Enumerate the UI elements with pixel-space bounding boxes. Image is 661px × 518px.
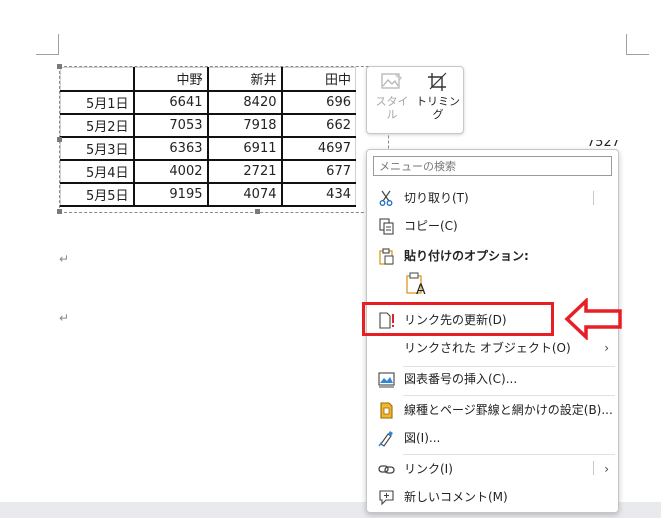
menu-item-new-comment[interactable]: 新しいコメント(M) <box>368 483 617 511</box>
resize-handle[interactable] <box>57 64 62 69</box>
chevron-right-icon: › <box>604 462 609 476</box>
table-row: 5月2日 7053 7918 662 <box>60 113 356 138</box>
menu-item-link[interactable]: リンク(I) › <box>368 455 617 483</box>
table-row: 5月3日 6363 6911 4697 <box>60 136 356 161</box>
value-cell: 696 <box>281 90 356 115</box>
value-cell: 7053 <box>133 113 209 138</box>
menu-item-paste-options: 貼り付けのオプション: <box>368 242 617 270</box>
resize-handle[interactable] <box>255 209 260 214</box>
menu-item-label: リンク(I) <box>404 462 453 476</box>
value-cell: 6363 <box>133 136 209 161</box>
date-cell: 5月5日 <box>60 182 135 207</box>
date-cell: 5月3日 <box>60 136 135 161</box>
paste-keep-text-only-button[interactable]: A <box>404 272 430 300</box>
data-table: 中野 新井 田中 5月1日 6641 8420 696 5月2日 7053 79… <box>60 67 356 207</box>
paragraph-mark: ↵ <box>59 311 70 325</box>
picture-style-icon <box>381 73 402 89</box>
table-row: 5月4日 4002 2721 677 <box>60 159 356 184</box>
date-cell: 5月4日 <box>60 159 135 184</box>
menu-item-insert-caption[interactable]: 図表番号の挿入(C)... <box>368 365 617 393</box>
style-label-line2: ル <box>386 108 398 121</box>
value-cell: 662 <box>281 113 356 138</box>
page-corner-mark-left <box>36 34 59 55</box>
paragraph-mark: ↵ <box>59 252 70 266</box>
embedded-table-object[interactable]: 中野 新井 田中 5月1日 6641 8420 696 5月2日 7053 79… <box>59 66 389 213</box>
value-cell: 4002 <box>133 159 209 184</box>
paste-option-letter: A <box>416 282 426 298</box>
caption-icon <box>378 372 395 388</box>
menu-item-label: リンクされた オブジェクト(O) <box>404 341 571 355</box>
header-corner-cell <box>60 67 135 92</box>
value-cell: 677 <box>281 159 356 184</box>
crop-icon <box>428 72 447 91</box>
mini-toolbar: スタイ ル トリミング <box>366 66 464 134</box>
table-row: 5月5日 9195 4074 434 <box>60 182 356 207</box>
value-cell: 434 <box>281 182 356 207</box>
table-row: 5月1日 6641 8420 696 <box>60 90 356 115</box>
submenu-divider <box>593 461 594 475</box>
highlight-box <box>362 302 554 336</box>
value-cell: 9195 <box>133 182 209 207</box>
header-row: 中野 新井 田中 <box>60 67 356 92</box>
header-cell: 中野 <box>133 67 209 92</box>
header-cell: 田中 <box>281 67 356 92</box>
page-corner-mark-right <box>626 34 649 55</box>
menu-item-label: コピー(C) <box>404 219 458 233</box>
crop-label: トリミング <box>416 95 460 121</box>
submenu-divider <box>593 191 594 205</box>
arrow-left-icon <box>564 298 622 340</box>
picture-format-icon <box>378 431 393 447</box>
value-cell: 2721 <box>207 159 283 184</box>
value-cell: 7918 <box>207 113 283 138</box>
value-cell: 8420 <box>207 90 283 115</box>
menu-item-borders-shading[interactable]: 線種とページ罫線と網かけの設定(B)... <box>368 396 617 424</box>
menu-item-cut[interactable]: 切り取り(T) <box>368 184 617 212</box>
comment-icon <box>379 490 394 506</box>
value-cell: 6641 <box>133 90 209 115</box>
menu-item-copy[interactable]: コピー(C) <box>368 212 617 240</box>
menu-item-label: 図(I)... <box>404 431 441 445</box>
crop-button[interactable]: トリミング <box>415 71 461 121</box>
menu-item-label: 貼り付けのオプション: <box>404 249 529 263</box>
menu-item-label: 図表番号の挿入(C)... <box>404 372 518 386</box>
value-cell: 4074 <box>207 182 283 207</box>
link-icon <box>378 465 395 474</box>
resize-handle[interactable] <box>57 137 62 142</box>
scissors-icon <box>379 190 393 206</box>
resize-handle[interactable] <box>57 209 62 214</box>
copy-icon <box>379 218 394 235</box>
date-cell: 5月1日 <box>60 90 135 115</box>
menu-item-label: 新しいコメント(M) <box>404 490 508 504</box>
menu-item-label: 線種とページ罫線と網かけの設定(B)... <box>404 403 613 417</box>
date-cell: 5月2日 <box>60 113 135 138</box>
menu-item-label: 切り取り(T) <box>404 191 469 205</box>
header-cell: 新井 <box>207 67 283 92</box>
style-button[interactable]: スタイ ル <box>371 71 413 121</box>
clipboard-icon <box>379 248 394 265</box>
menu-search-input[interactable] <box>373 156 612 176</box>
style-label-line1: スタイ <box>375 95 409 108</box>
value-cell: 4697 <box>281 136 356 161</box>
menu-item-picture-format[interactable]: 図(I)... <box>368 424 617 452</box>
value-cell: 6911 <box>207 136 283 161</box>
borders-icon <box>380 402 393 419</box>
